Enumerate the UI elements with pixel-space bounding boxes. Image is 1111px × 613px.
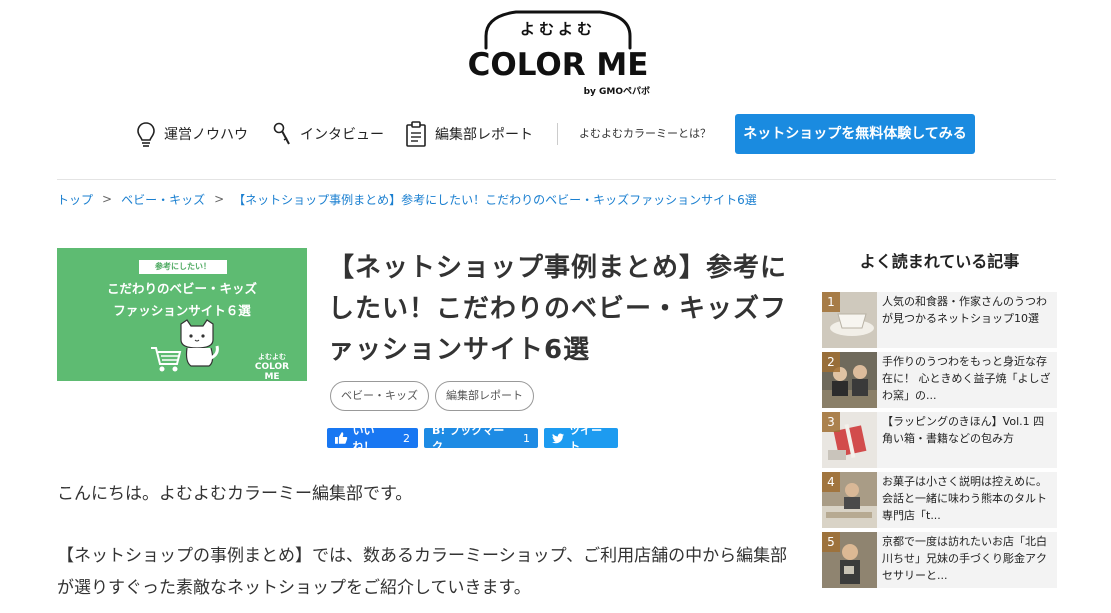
tweet-button[interactable]: ツイート [544,424,618,453]
ranking-item[interactable]: 5 京都で一度は訪れたいお店「北白川ちせ」兄妹の手づくり彫金アクセサリーと... [822,532,1057,588]
logo-by: by GMOペパボ [583,87,650,97]
breadcrumb-current[interactable]: 【ネットショップ事例まとめ】参考にしたい！こだわりのベビー・キッズファッションサ… [233,191,757,208]
article-tags: ベビー・キッズ 編集部レポート [330,381,534,411]
nav-label: インタビュー [300,127,384,143]
breadcrumb-category-link[interactable]: ベビー・キッズ [121,191,205,208]
thumbnail-title-line1: こだわりのベビー・キッズ [106,281,257,296]
breadcrumb-separator: > [102,192,113,206]
article-paragraph: 【ネットショップの事例まとめ】では、数あるカラーミーショップ、ご利用店舗の中から… [57,546,788,598]
breadcrumb-home-link[interactable]: トップ [57,191,93,208]
popular-articles-heading: よく読まれている記事 [859,252,1020,271]
article-thumbnail: 参考にしたい！ こだわりのベビー・キッズ ファッションサイト６選 よむよむ CO… [57,248,307,381]
thumbnail-logo-title: COLOR ME [254,362,290,381]
main-nav: 運営ノウハウ インタビュー 編集部レポート よむよむカラーミーとは？ ネットショ… [0,114,1111,154]
ranking-number: 3 [822,412,840,432]
ranking-title: 【ラッピングのきほん】Vol.1 四角い箱・書籍などの包み方 [882,415,1045,445]
nav-label: 運営ノウハウ [164,127,248,143]
ranking-number: 2 [822,352,840,372]
breadcrumb-separator: > [214,192,225,206]
thumbnail-logo: よむよむ COLOR ME [247,352,297,381]
ranking-item[interactable]: 1 人気の和食器・作家さんのうつわが見つかるネットショップ10選 [822,292,1057,348]
thumbnail-title-line2: ファッションサイト６選 [113,303,251,318]
breadcrumb: トップ > ベビー・キッズ > 【ネットショップ事例まとめ】参考にしたい！こだわ… [57,190,757,208]
nav-divider [557,123,558,145]
logo-subtitle: よむよむ [519,20,596,38]
clipboard-icon [406,121,426,147]
hatena-count: 1 [523,431,530,445]
logo-title: COLOR ME [467,47,649,83]
ranking-title: 人気の和食器・作家さんのうつわが見つかるネットショップ10選 [882,295,1047,325]
ranking-item[interactable]: 4 お菓子は小さく説明は控えめに。会話と一緒に味わう熊本のタルト専門店「t... [822,472,1057,528]
nav-item-interview[interactable]: インタビュー [272,114,384,154]
nav-about-link[interactable]: よむよむカラーミーとは？ [579,114,711,154]
nav-item-editorial-report[interactable]: 編集部レポート [405,114,533,154]
site-logo[interactable]: よむよむ COLOR ME by GMOペパボ [466,8,650,97]
thumbnail-logo-subtitle: よむよむ [258,353,286,361]
thumbs-up-icon [335,432,348,444]
thumbnail-tag: 参考にしたい！ [139,260,227,274]
header-divider [57,179,1056,180]
ranking-title: 京都で一度は訪れたいお店「北白川ちせ」兄妹の手づくり彫金アクセサリーと... [882,535,1047,582]
ranking-number: 1 [822,292,840,312]
tag-baby-kids[interactable]: ベビー・キッズ [330,381,429,411]
ranking-title: お菓子は小さく説明は控えめに。会話と一緒に味わう熊本のタルト専門店「t... [882,475,1047,522]
facebook-like-button[interactable]: いいね！ 2 [327,424,418,453]
tweet-label: ツイート [569,424,603,453]
like-count: 2 [403,431,410,445]
ranking-number: 4 [822,472,840,492]
hatena-bookmark-button[interactable]: B! ブックマーク 1 [424,424,538,453]
ranking-title: 手作りのうつわをもっと身近な存在に！ 心ときめく益子焼「よしざわ窯」の... [882,355,1051,402]
like-label: いいね！ [352,424,375,453]
tag-editorial-report[interactable]: 編集部レポート [435,381,534,411]
cat-mascot-icon [180,319,219,367]
ranking-number: 5 [822,532,840,552]
ranking-item[interactable]: 2 手作りのうつわをもっと身近な存在に！ 心ときめく益子焼「よしざわ窯」の... [822,352,1057,408]
twitter-bird-icon [552,432,565,443]
social-buttons: いいね！ 2 B! ブックマーク 1 ツイート [327,424,618,453]
nav-item-know-how[interactable]: 運営ノウハウ [136,114,248,154]
free-trial-button[interactable]: ネットショップを無料体験してみる [735,114,975,154]
nav-label: 編集部レポート [435,127,533,143]
lightbulb-icon [137,122,155,147]
article-title: 【ネットショップ事例まとめ】参考にしたい！こだわりのベビー・キッズファッションサ… [328,253,788,365]
microphone-icon [273,122,290,145]
hatena-label: B! ブックマーク [432,424,505,453]
article-paragraph: こんにちは。よむよむカラーミー編集部です。 [57,484,413,504]
ranking-item[interactable]: 3 【ラッピングのきほん】Vol.1 四角い箱・書籍などの包み方 [822,412,1057,468]
